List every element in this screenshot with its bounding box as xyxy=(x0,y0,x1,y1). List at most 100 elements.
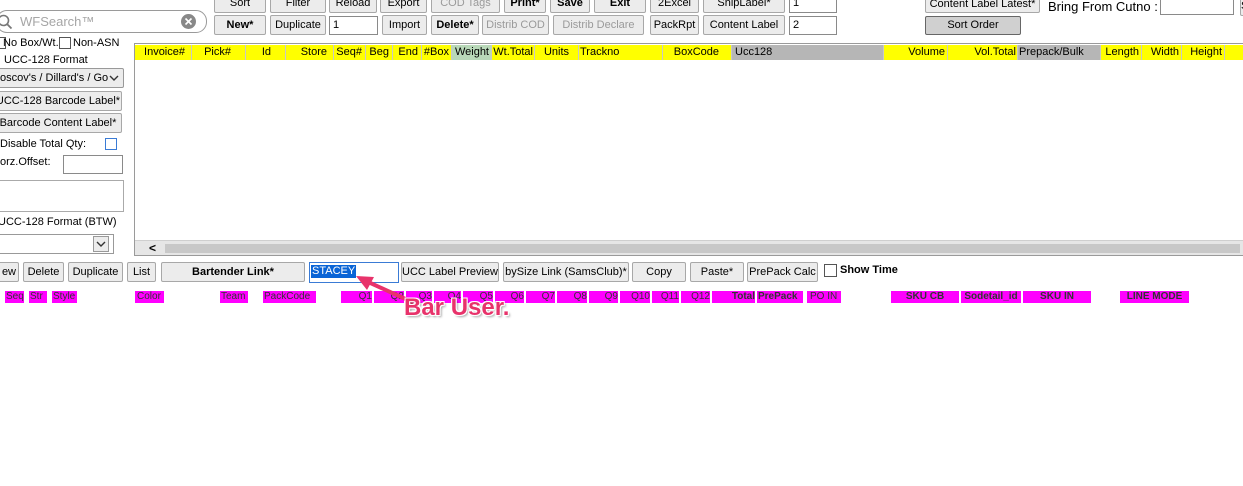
horz-offset-input[interactable] xyxy=(63,155,123,174)
disable-total-qty-label: Disable Total Qty: xyxy=(0,138,87,150)
col-box[interactable]: #Box xyxy=(422,45,452,60)
to-excel-button[interactable]: 2Excel xyxy=(650,0,699,13)
horizontal-scrollbar[interactable]: < xyxy=(135,240,1243,255)
col-prepack-bulk[interactable]: Prepack/Bulk xyxy=(1018,45,1101,60)
chevron-down-icon xyxy=(109,73,119,86)
bysize-link-button[interactable]: bySize Link (SamsClub)* xyxy=(503,262,629,282)
col-width[interactable]: Width xyxy=(1142,45,1182,60)
col-ucc128[interactable]: Ucc128 xyxy=(732,45,884,60)
col-extra xyxy=(1225,45,1243,60)
clear-search-icon[interactable] xyxy=(180,13,197,30)
col-id[interactable]: Id xyxy=(246,45,286,60)
scroll-left-arrow-icon[interactable]: < xyxy=(149,241,156,256)
col-invoice[interactable]: Invoice# xyxy=(135,45,192,60)
show-time-label: Show Time xyxy=(840,264,898,276)
col-vol-total[interactable]: Vol.Total xyxy=(948,45,1018,60)
distrib-cod-button[interactable]: Distrib COD xyxy=(482,15,549,35)
col-wt-total[interactable]: Wt.Total xyxy=(492,45,535,60)
lower-duplicate-button[interactable]: Duplicate xyxy=(68,262,123,282)
lcol-q7[interactable]: Q7 xyxy=(526,291,555,303)
lcol-q11[interactable]: Q11 xyxy=(652,291,679,303)
lcol-q10[interactable]: Q10 xyxy=(620,291,650,303)
ucc-format-btw-label: UCC-128 Format (BTW) xyxy=(0,216,117,228)
bartender-link-button[interactable]: Bartender Link* xyxy=(161,262,305,282)
sort-order-toggle[interactable]: Sort Order xyxy=(925,16,1021,35)
sort-button[interactable]: Sort xyxy=(214,0,266,13)
customer-format-value: oscov's / Dillard's / Go xyxy=(0,72,109,84)
import-button[interactable]: Import xyxy=(382,15,427,35)
col-end[interactable]: End xyxy=(393,45,422,60)
col-boxcode[interactable]: BoxCode xyxy=(663,45,732,60)
lcol-q12[interactable]: Q12 xyxy=(681,291,710,303)
reload-button[interactable]: Reload xyxy=(329,0,377,13)
customer-format-select[interactable]: oscov's / Dillard's / Go xyxy=(0,68,124,88)
bring-from-cutno-label: Bring From Cutno : xyxy=(1048,0,1158,14)
lcol-color[interactable]: Color xyxy=(135,291,164,303)
print-button[interactable]: Print* xyxy=(504,0,546,13)
lcol-sodetail-id[interactable]: Sodetail_id xyxy=(961,291,1021,303)
save-button[interactable]: Save xyxy=(550,0,590,13)
lcol-sku-in[interactable]: SKU IN xyxy=(1023,291,1091,303)
btw-format-select[interactable] xyxy=(0,234,114,254)
content-label-button[interactable]: Content Label xyxy=(703,15,785,35)
col-pick[interactable]: Pick# xyxy=(192,45,246,60)
ucc-format-label: UCC-128 Format xyxy=(4,54,88,66)
content-label-latest-button[interactable]: Content Label Latest* xyxy=(925,0,1040,13)
exit-button[interactable]: Exit xyxy=(594,0,646,13)
export-button[interactable]: Export xyxy=(380,0,427,13)
filter-button[interactable]: Filter xyxy=(270,0,326,13)
non-asn-checkbox[interactable] xyxy=(59,37,71,49)
duplicate-button[interactable]: Duplicate xyxy=(270,15,326,35)
lower-new-button[interactable]: ew xyxy=(0,262,19,282)
distrib-declare-button[interactable]: Distrib Declare xyxy=(553,15,644,35)
copy-button[interactable]: Copy xyxy=(632,262,686,282)
ship-label-button[interactable]: ShipLabel* xyxy=(703,0,785,13)
search-icon xyxy=(0,14,13,30)
bring-from-cutno-input[interactable] xyxy=(1160,0,1234,15)
paste-button[interactable]: Paste* xyxy=(690,262,744,282)
horz-offset-label: orz.Offset: xyxy=(0,156,51,168)
barcode-content-label-button[interactable]: Barcode Content Label* xyxy=(0,113,122,133)
col-seq[interactable]: Seq# xyxy=(334,45,366,60)
cod-tags-button[interactable]: COD Tags xyxy=(431,0,500,13)
prepack-calc-button[interactable]: PrePack Calc xyxy=(747,262,818,282)
delete-button[interactable]: Delete* xyxy=(431,15,479,35)
ship-label-count-input[interactable]: 1 xyxy=(789,0,837,13)
lcol-q8[interactable]: Q8 xyxy=(557,291,587,303)
non-asn-label: Non-ASN xyxy=(73,37,120,49)
upper-grid[interactable] xyxy=(134,43,1243,256)
col-store[interactable]: Store xyxy=(286,45,334,60)
lcol-str[interactable]: Str xyxy=(29,291,47,303)
col-length[interactable]: Length xyxy=(1101,45,1142,60)
lcol-style[interactable]: Style xyxy=(52,291,77,303)
disable-total-qty-checkbox[interactable] xyxy=(105,138,117,150)
lcol-line-mode[interactable]: LINE MODE xyxy=(1120,291,1189,303)
lcol-q9[interactable]: Q9 xyxy=(589,291,618,303)
lower-delete-button[interactable]: Delete xyxy=(23,262,64,282)
notes-textarea[interactable] xyxy=(0,180,124,212)
col-volume[interactable]: Volume xyxy=(884,45,948,60)
search-input[interactable]: WFSearch™ xyxy=(20,14,94,29)
col-weight[interactable]: Weight xyxy=(452,45,492,60)
ucc-barcode-label-button[interactable]: UCC-128 Barcode Label* xyxy=(0,91,122,111)
content-label-count-input[interactable]: 2 xyxy=(789,16,837,35)
lcol-team[interactable]: Team xyxy=(220,291,248,303)
search-box[interactable]: WFSearch™ xyxy=(0,10,207,33)
list-button[interactable]: List xyxy=(127,262,156,282)
scrollbar-thumb[interactable] xyxy=(165,244,1240,253)
annotation-label: Bar User. xyxy=(404,294,510,321)
col-height[interactable]: Height xyxy=(1182,45,1225,60)
lcol-packcode[interactable]: PackCode xyxy=(263,291,316,303)
pack-rpt-button[interactable]: PackRpt xyxy=(650,15,699,35)
col-units[interactable]: Units xyxy=(535,45,579,60)
lcol-total[interactable]: Total xyxy=(712,291,755,303)
col-trackno[interactable]: Trackno xyxy=(579,45,663,60)
lcol-seq[interactable]: Seq xyxy=(5,291,24,303)
lcol-po-in[interactable]: PO IN xyxy=(807,291,841,303)
show-time-checkbox[interactable] xyxy=(824,264,837,277)
copies-input[interactable]: 1 xyxy=(329,16,378,35)
lcol-prepack[interactable]: PrePack xyxy=(757,291,803,303)
lcol-sku-cb[interactable]: SKU CB xyxy=(891,291,959,303)
new-button[interactable]: New* xyxy=(214,15,266,35)
col-beg[interactable]: Beg xyxy=(366,45,393,60)
